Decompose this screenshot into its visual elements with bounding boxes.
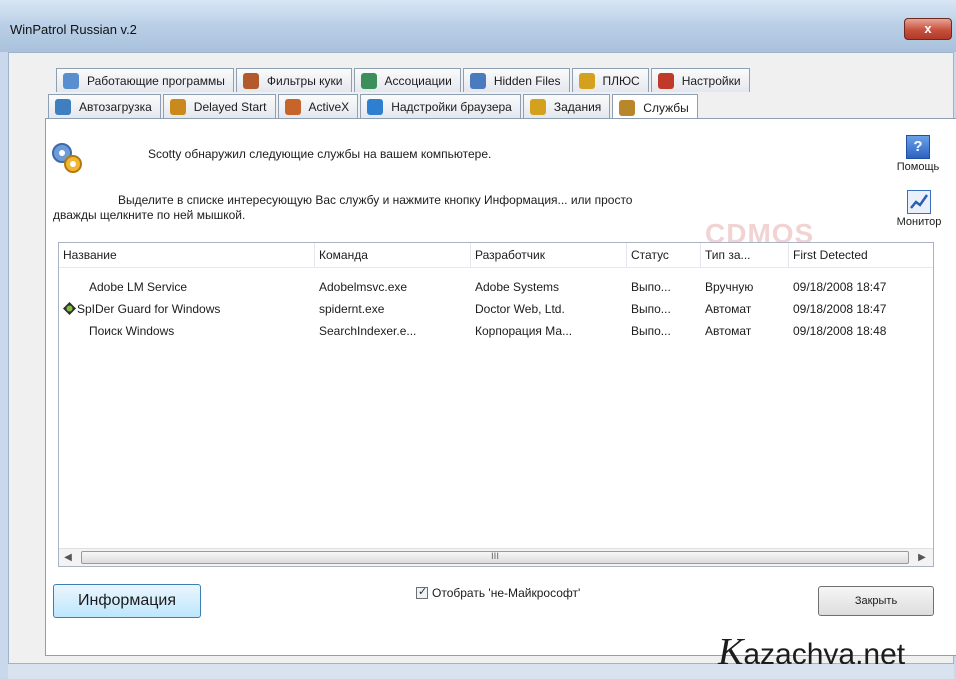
monitor-icon xyxy=(907,190,931,214)
cell-status: Выпо... xyxy=(631,302,671,316)
cell-developer: Adobe Systems xyxy=(475,280,560,294)
scroll-right-icon[interactable]: ▶ xyxy=(915,551,929,565)
window-bottom-frame xyxy=(8,664,954,679)
monitor-button[interactable]: Монитор xyxy=(884,190,954,228)
tab-tasks[interactable]: Задания xyxy=(522,94,611,118)
tabs-row-top: Работающие программы Фильтры куки Ассоци… xyxy=(56,68,750,94)
tab-label: Настройки xyxy=(681,73,741,88)
close-button[interactable]: Закрыть xyxy=(818,586,934,616)
column-header-type[interactable]: Тип за... xyxy=(701,243,789,267)
tasks-icon xyxy=(529,98,546,115)
associations-icon xyxy=(360,72,377,89)
tab-browser-addons[interactable]: Надстройки браузера xyxy=(360,94,521,118)
cell-command: spidernt.exe xyxy=(319,302,385,316)
description-line-3: дважды щелкните по ней мышкой. xyxy=(53,208,246,222)
tab-associations[interactable]: Ассоциации xyxy=(353,68,461,92)
tab-activex[interactable]: ActiveX xyxy=(277,94,359,118)
cell-name: SpIDer Guard for Windows xyxy=(77,302,221,316)
cell-developer: Doctor Web, Ltd. xyxy=(475,302,565,316)
cell-type: Вручную xyxy=(705,280,754,294)
cell-status: Выпо... xyxy=(631,280,671,294)
cell-name: Adobe LM Service xyxy=(89,280,188,294)
column-header-command[interactable]: Команда xyxy=(315,243,471,267)
list-header: Название Команда Разработчик Статус Тип … xyxy=(59,243,933,268)
table-row[interactable]: Adobe LM Service Adobelmsvc.exe Adobe Sy… xyxy=(59,277,933,297)
description-line-2: Выделите в списке интересующую Вас служб… xyxy=(118,193,633,207)
cell-first-detected: 09/18/2008 18:47 xyxy=(793,280,887,294)
help-button[interactable]: ? Помощь xyxy=(888,135,948,173)
gears-icon xyxy=(52,143,82,173)
cell-command: Adobelmsvc.exe xyxy=(319,280,408,294)
cell-first-detected: 09/18/2008 18:47 xyxy=(793,302,887,316)
tab-label: Delayed Start xyxy=(193,99,267,114)
tab-label: Службы xyxy=(643,101,689,115)
cookie-icon xyxy=(242,72,259,89)
tab-label: Ассоциации xyxy=(384,73,452,88)
column-header-name[interactable]: Название xyxy=(59,243,315,267)
column-header-first-detected[interactable]: First Detected xyxy=(789,243,933,267)
tabs-row-bottom: Автозагрузка Delayed Start ActiveX Надст… xyxy=(48,94,698,121)
tab-running-programs[interactable]: Работающие программы xyxy=(56,68,234,92)
tab-services[interactable]: Службы xyxy=(612,94,698,121)
autostart-icon xyxy=(55,98,71,115)
tab-label: Автозагрузка xyxy=(79,99,152,114)
tab-label: Hidden Files xyxy=(493,73,561,88)
description-line-1: Scotty обнаружил следующие службы на ваш… xyxy=(148,147,492,161)
non-microsoft-label: Отобрать 'не-Майкрософт' xyxy=(432,586,581,600)
monitor-label: Монитор xyxy=(896,216,942,228)
help-label: Помощь xyxy=(896,161,940,173)
title-bar[interactable]: WinPatrol Russian v.2 x xyxy=(0,0,956,52)
tab-label: Работающие программы xyxy=(87,73,225,88)
tab-cookie-filters[interactable]: Фильтры куки xyxy=(235,68,352,92)
tab-label: ПЛЮС xyxy=(602,73,640,88)
settings-icon xyxy=(657,72,674,89)
running-programs-icon xyxy=(63,72,79,89)
tab-label: Задания xyxy=(553,99,602,114)
table-row[interactable]: SpIDer Guard for Windows spidernt.exe Do… xyxy=(59,299,933,319)
cell-name: Поиск Windows xyxy=(89,324,175,338)
hidden-files-icon xyxy=(469,72,486,89)
non-microsoft-checkbox[interactable] xyxy=(416,585,428,599)
cell-first-detected: 09/18/2008 18:48 xyxy=(793,324,887,338)
browser-addons-icon xyxy=(367,98,384,115)
info-button[interactable]: Информация xyxy=(53,584,201,618)
tab-label: ActiveX xyxy=(308,99,350,114)
tab-label: Надстройки браузера xyxy=(391,99,512,114)
scroll-left-icon[interactable]: ◀ xyxy=(61,551,75,565)
delayed-start-icon xyxy=(169,98,186,115)
tab-plus[interactable]: ПЛЮС xyxy=(571,68,649,92)
cell-developer: Корпорация Ма... xyxy=(475,324,573,338)
horizontal-scrollbar[interactable]: ◀ III ▶ xyxy=(59,548,933,566)
table-row[interactable]: Поиск Windows SearchIndexer.e... Корпора… xyxy=(59,321,933,341)
window-title: WinPatrol Russian v.2 xyxy=(10,22,137,37)
main-window: WinPatrol Russian v.2 x Работающие прогр… xyxy=(0,0,956,679)
tab-settings[interactable]: Настройки xyxy=(650,68,750,92)
tab-autostart[interactable]: Автозагрузка xyxy=(48,94,161,118)
help-icon: ? xyxy=(906,135,930,159)
cell-command: SearchIndexer.e... xyxy=(319,324,417,338)
services-list[interactable]: Название Команда Разработчик Статус Тип … xyxy=(58,242,934,567)
cell-type: Автомат xyxy=(705,324,752,338)
non-microsoft-filter[interactable]: Отобрать 'не-Майкрософт' xyxy=(416,585,581,600)
services-icon xyxy=(619,100,636,116)
cell-status: Выпо... xyxy=(631,324,671,338)
spider-icon xyxy=(63,302,76,315)
close-window-button[interactable]: x xyxy=(904,18,952,40)
tab-label: Фильтры куки xyxy=(266,73,343,88)
column-header-developer[interactable]: Разработчик xyxy=(471,243,627,267)
tab-hidden-files[interactable]: Hidden Files xyxy=(462,68,570,92)
plus-icon xyxy=(578,72,595,89)
tab-delayed-start[interactable]: Delayed Start xyxy=(162,94,276,118)
scroll-thumb[interactable]: III xyxy=(81,551,909,564)
column-header-status[interactable]: Статус xyxy=(627,243,701,267)
cell-type: Автомат xyxy=(705,302,752,316)
activex-icon xyxy=(284,98,301,115)
